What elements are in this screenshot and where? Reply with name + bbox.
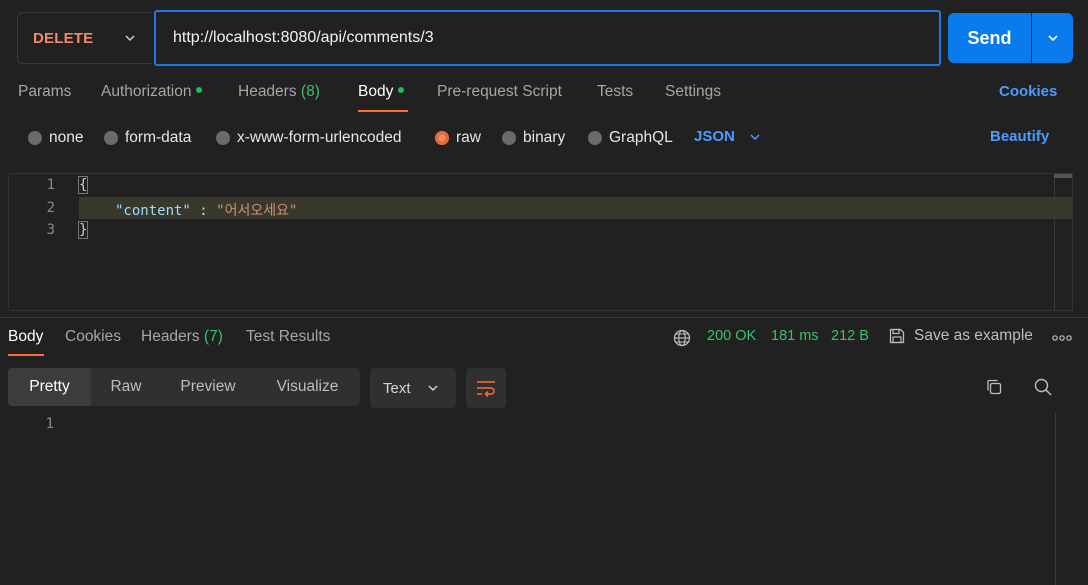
- chevron-down-icon: [125, 35, 135, 42]
- open-brace: {: [77, 176, 89, 194]
- save-icon: [889, 328, 905, 344]
- response-tab-headers[interactable]: Headers (7): [141, 328, 223, 346]
- scroll-line-marker: [1054, 197, 1072, 219]
- json-key: "content": [115, 203, 191, 219]
- beautify-button[interactable]: Beautify: [990, 128, 1049, 145]
- active-tab-indicator: [358, 110, 408, 112]
- radio-label: raw: [456, 129, 481, 146]
- radio-label: none: [49, 129, 84, 146]
- globe-icon[interactable]: [673, 329, 691, 347]
- url-input[interactable]: http://localhost:8080/api/comments/3: [154, 10, 941, 66]
- response-tab-cookies[interactable]: Cookies: [65, 328, 121, 346]
- active-response-tab-indicator: [8, 354, 44, 356]
- radio-binary[interactable]: binary: [502, 128, 565, 148]
- send-button[interactable]: Send: [948, 13, 1031, 63]
- body-format-label: JSON: [694, 128, 735, 145]
- response-scrollbar[interactable]: [1055, 412, 1073, 585]
- radio-circle: [502, 131, 516, 145]
- request-body-editor[interactable]: 1 2 3 { "content" : "어서오세요" }: [8, 173, 1073, 311]
- code-line-3: }: [77, 221, 89, 239]
- tab-settings[interactable]: Settings: [665, 83, 721, 103]
- editor-scrollbar[interactable]: [1054, 174, 1072, 310]
- more-options-icon[interactable]: [1052, 334, 1072, 342]
- tab-body[interactable]: Body: [358, 83, 405, 103]
- response-format-label: Text: [383, 379, 411, 397]
- chevron-down-icon: [1047, 35, 1058, 42]
- radio-form-data[interactable]: form-data: [104, 128, 191, 148]
- radio-circle: [28, 131, 42, 145]
- radio-circle-checked: [435, 131, 449, 145]
- close-brace: }: [77, 221, 89, 239]
- response-format-select[interactable]: Text: [370, 368, 456, 408]
- line-number: 2: [46, 200, 55, 216]
- tab-params[interactable]: Params: [18, 83, 71, 103]
- send-options-button[interactable]: [1032, 13, 1073, 63]
- chevron-down-icon: [427, 385, 438, 392]
- view-preview-button[interactable]: Preview: [161, 368, 255, 406]
- line-number: 3: [46, 222, 55, 238]
- search-icon: [1034, 378, 1052, 396]
- method-select[interactable]: DELETE: [17, 12, 152, 64]
- radio-label: form-data: [125, 129, 192, 146]
- radio-label: GraphQL: [609, 129, 673, 146]
- cookies-link[interactable]: Cookies: [999, 83, 1057, 100]
- tab-pre-request-script[interactable]: Pre-request Script: [437, 83, 562, 103]
- code-line-1: {: [77, 176, 89, 194]
- body-format-select[interactable]: JSON: [694, 128, 763, 145]
- status-dot: [398, 86, 405, 93]
- view-raw-button[interactable]: Raw: [91, 368, 161, 406]
- radio-circle: [588, 131, 602, 145]
- copy-icon: [987, 379, 1002, 395]
- radio-circle: [216, 131, 230, 145]
- radio-graphql[interactable]: GraphQL: [588, 128, 673, 148]
- wrap-lines-icon: [477, 381, 495, 398]
- radio-none[interactable]: none: [28, 128, 83, 148]
- response-tab-body[interactable]: Body: [8, 328, 43, 346]
- response-size[interactable]: 212 B: [831, 328, 869, 344]
- tab-authorization[interactable]: Authorization: [101, 83, 203, 103]
- tab-authorization-label: Authorization: [101, 83, 192, 100]
- scroll-marker: [1054, 174, 1072, 178]
- panel-divider[interactable]: [0, 317, 1088, 318]
- radio-label: x-www-form-urlencoded: [237, 129, 402, 146]
- view-pretty-button[interactable]: Pretty: [8, 368, 91, 406]
- radio-circle: [104, 131, 118, 145]
- url-text: http://localhost:8080/api/comments/3: [173, 29, 434, 46]
- status-dot: [196, 86, 203, 93]
- tab-body-label: Body: [358, 83, 394, 100]
- wrap-lines-button[interactable]: [466, 368, 506, 408]
- search-button[interactable]: [1031, 375, 1055, 399]
- json-value: "어서오세요": [216, 203, 298, 219]
- headers-count: (8): [300, 83, 320, 100]
- tab-headers[interactable]: Headers (8): [238, 83, 320, 103]
- radio-x-www-form-urlencoded[interactable]: x-www-form-urlencoded: [216, 128, 402, 148]
- code-line-2: "content" : "어서오세요": [115, 200, 297, 220]
- radio-raw[interactable]: raw: [435, 128, 481, 148]
- json-colon: :: [190, 203, 217, 219]
- tab-tests[interactable]: Tests: [597, 83, 633, 103]
- method-label: DELETE: [33, 29, 94, 47]
- save-as-example-label: Save as example: [914, 327, 1033, 344]
- save-as-example-button[interactable]: Save as example: [888, 327, 1033, 345]
- status-code[interactable]: 200 OK: [707, 328, 756, 344]
- response-view-toggle: Pretty Raw Preview Visualize: [8, 368, 360, 406]
- response-time[interactable]: 181 ms: [771, 328, 819, 344]
- tab-headers-label: Headers: [238, 83, 297, 100]
- radio-label: binary: [523, 129, 566, 146]
- copy-button[interactable]: [982, 375, 1006, 399]
- response-headers-count: (7): [203, 328, 223, 345]
- chevron-down-icon: [750, 133, 760, 140]
- line-number: 1: [45, 416, 54, 432]
- view-visualize-button[interactable]: Visualize: [255, 368, 360, 406]
- line-number: 1: [46, 177, 55, 193]
- response-tab-test-results[interactable]: Test Results: [246, 328, 330, 346]
- response-tab-headers-label: Headers: [141, 328, 200, 345]
